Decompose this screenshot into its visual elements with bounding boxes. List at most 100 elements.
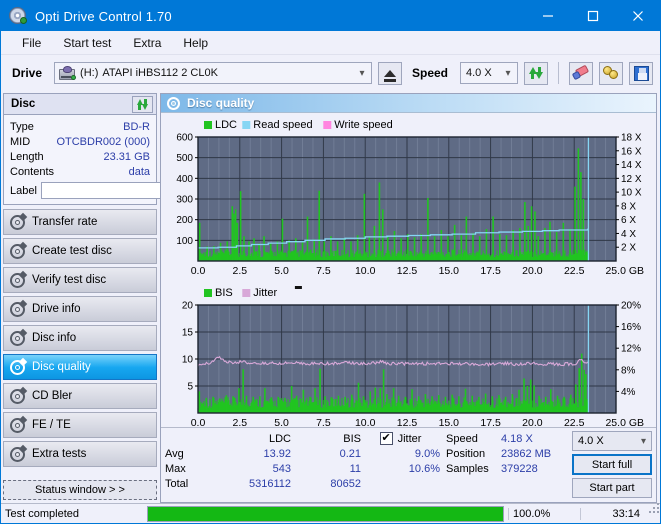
refresh-button[interactable] <box>524 62 548 85</box>
menu-bar: File Start test Extra Help <box>1 31 660 55</box>
disc-quality-panel: Disc quality 1002003004005006002 X4 X6 X… <box>160 93 657 503</box>
progress-percent: 100.0% <box>508 508 580 520</box>
svg-text:10.0: 10.0 <box>355 417 376 429</box>
chart-ldc-readspeed[interactable]: 1002003004005006002 X4 X6 X8 X10 X12 X14… <box>161 113 656 281</box>
sidebar-item-disc-quality[interactable]: Disc quality <box>3 354 157 380</box>
sidebar-item-disc-info[interactable]: Disc info <box>3 325 157 351</box>
chevron-down-icon: ▾ <box>499 68 517 79</box>
svg-text:0.0: 0.0 <box>191 417 206 429</box>
status-bar: Test completed 100.0% 33:14 <box>1 503 660 523</box>
svg-text:17.5: 17.5 <box>480 265 501 277</box>
svg-text:Write speed: Write speed <box>334 119 393 131</box>
label-key: Label <box>10 185 37 197</box>
sidebar-item-label: FE / TE <box>32 419 71 431</box>
eraser-icon <box>573 66 589 80</box>
drive-select[interactable]: (H:)ATAPI iHBS112 2 CL0K ▾ <box>54 62 372 84</box>
elapsed-time: 33:14 <box>580 508 648 520</box>
test-speed-select[interactable]: 4.0 X ▾ <box>572 431 652 451</box>
row-bis: 80652 <box>291 478 361 490</box>
sidebar-item-cd-bler[interactable]: CD Bler <box>3 383 157 409</box>
svg-text:14 X: 14 X <box>621 160 642 171</box>
readout-position: Position 23862 MB <box>446 446 570 461</box>
sidebar: Disc Type BD-R <box>1 91 159 503</box>
row-key: MID <box>10 136 30 148</box>
sidebar-item-create-test-disc[interactable]: Create test disc <box>3 238 157 264</box>
svg-text:2.5: 2.5 <box>232 417 247 429</box>
start-part-button[interactable]: Start part <box>572 478 652 498</box>
sidebar-item-label: Transfer rate <box>32 216 97 228</box>
tools-button[interactable] <box>599 62 623 85</box>
sidebar-item-fe-te[interactable]: FE / TE <box>3 412 157 438</box>
svg-text:16 X: 16 X <box>621 146 642 157</box>
svg-text:12.5: 12.5 <box>397 265 418 277</box>
disc-properties: Type BD-R MID OTCBDR002 (000) Length 23.… <box>4 115 156 204</box>
svg-text:10: 10 <box>182 355 194 366</box>
menu-start-test[interactable]: Start test <box>52 33 122 53</box>
sidebar-item-label: Disc info <box>32 332 76 344</box>
refresh-icon <box>136 98 149 111</box>
menu-extra[interactable]: Extra <box>122 33 172 53</box>
speed-value: 4.18 X <box>501 433 533 445</box>
svg-text:18 X: 18 X <box>621 133 642 144</box>
svg-text:10 X: 10 X <box>621 188 642 199</box>
svg-text:10.0: 10.0 <box>355 265 376 277</box>
app-disc-icon <box>8 6 28 26</box>
disc-row-length: Length 23.31 GB <box>10 149 150 164</box>
row-label: Max <box>165 463 211 475</box>
position-value: 23862 MB <box>501 448 551 460</box>
svg-text:LDC: LDC <box>215 119 237 131</box>
row-key: Type <box>10 121 34 133</box>
eject-button[interactable] <box>378 62 402 85</box>
speed-key: Speed <box>446 433 501 445</box>
svg-text:4%: 4% <box>621 387 636 398</box>
svg-text:Read speed: Read speed <box>253 119 312 131</box>
toolbar: Drive (H:)ATAPI iHBS112 2 CL0K ▾ Speed 4… <box>1 55 660 91</box>
speed-value: 4.0 X <box>466 67 492 79</box>
row-key: Length <box>10 151 44 163</box>
disc-refresh-button[interactable] <box>132 96 153 113</box>
sidebar-item-drive-info[interactable]: Drive info <box>3 296 157 322</box>
disc-icon <box>10 447 25 462</box>
save-button[interactable] <box>629 62 653 85</box>
sidebar-spacer <box>3 467 157 477</box>
row-ldc: 543 <box>211 463 291 475</box>
svg-text:5: 5 <box>187 382 193 393</box>
disc-icon <box>10 418 25 433</box>
disc-icon <box>10 215 25 230</box>
jitter-checkbox[interactable]: ✔ <box>380 432 393 445</box>
eject-icon <box>384 70 396 77</box>
status-window-button[interactable]: Status window > > <box>3 480 157 500</box>
row-label: Avg <box>165 448 211 460</box>
svg-text:15.0: 15.0 <box>439 265 460 277</box>
sidebar-item-verify-test-disc[interactable]: Verify test disc <box>3 267 157 293</box>
disc-icon <box>10 244 25 259</box>
svg-text:400: 400 <box>176 174 193 185</box>
erase-button[interactable] <box>569 62 593 85</box>
speed-select[interactable]: 4.0 X ▾ <box>460 62 518 84</box>
panel-header: Disc quality <box>161 94 656 113</box>
sidebar-item-transfer-rate[interactable]: Transfer rate <box>3 209 157 235</box>
stats-table: LDC BIS ✔ Jitter Avg 13.92 0.21 9.0% <box>165 431 440 498</box>
progress-fill <box>148 507 503 521</box>
svg-text:22.5: 22.5 <box>564 265 585 277</box>
chart-bis-jitter[interactable]: 51015204%8%12%16%20%0.02.55.07.510.012.5… <box>161 281 656 433</box>
svg-text:8%: 8% <box>621 365 636 376</box>
drive-label: Drive <box>8 66 48 80</box>
svg-text:7.5: 7.5 <box>316 417 331 429</box>
minimize-button[interactable] <box>525 1 570 31</box>
main-panel: Disc quality 1002003004005006002 X4 X6 X… <box>159 91 660 503</box>
svg-text:5.0: 5.0 <box>274 417 289 429</box>
maximize-button[interactable] <box>570 1 615 31</box>
disc-quality-icon <box>167 97 180 110</box>
sidebar-item-extra-tests[interactable]: Extra tests <box>3 441 157 467</box>
svg-text:BIS: BIS <box>215 287 233 299</box>
disc-info-box: Disc Type BD-R <box>3 93 157 205</box>
menu-file[interactable]: File <box>11 33 52 53</box>
row-bis: 11 <box>291 463 361 475</box>
close-button[interactable] <box>615 1 660 31</box>
svg-text:8 X: 8 X <box>621 201 636 212</box>
start-full-button[interactable]: Start full <box>572 454 652 475</box>
menu-help[interactable]: Help <box>172 33 219 53</box>
disc-icon <box>10 360 25 375</box>
chart-ldc-svg: 1002003004005006002 X4 X6 X8 X10 X12 X14… <box>161 113 650 281</box>
